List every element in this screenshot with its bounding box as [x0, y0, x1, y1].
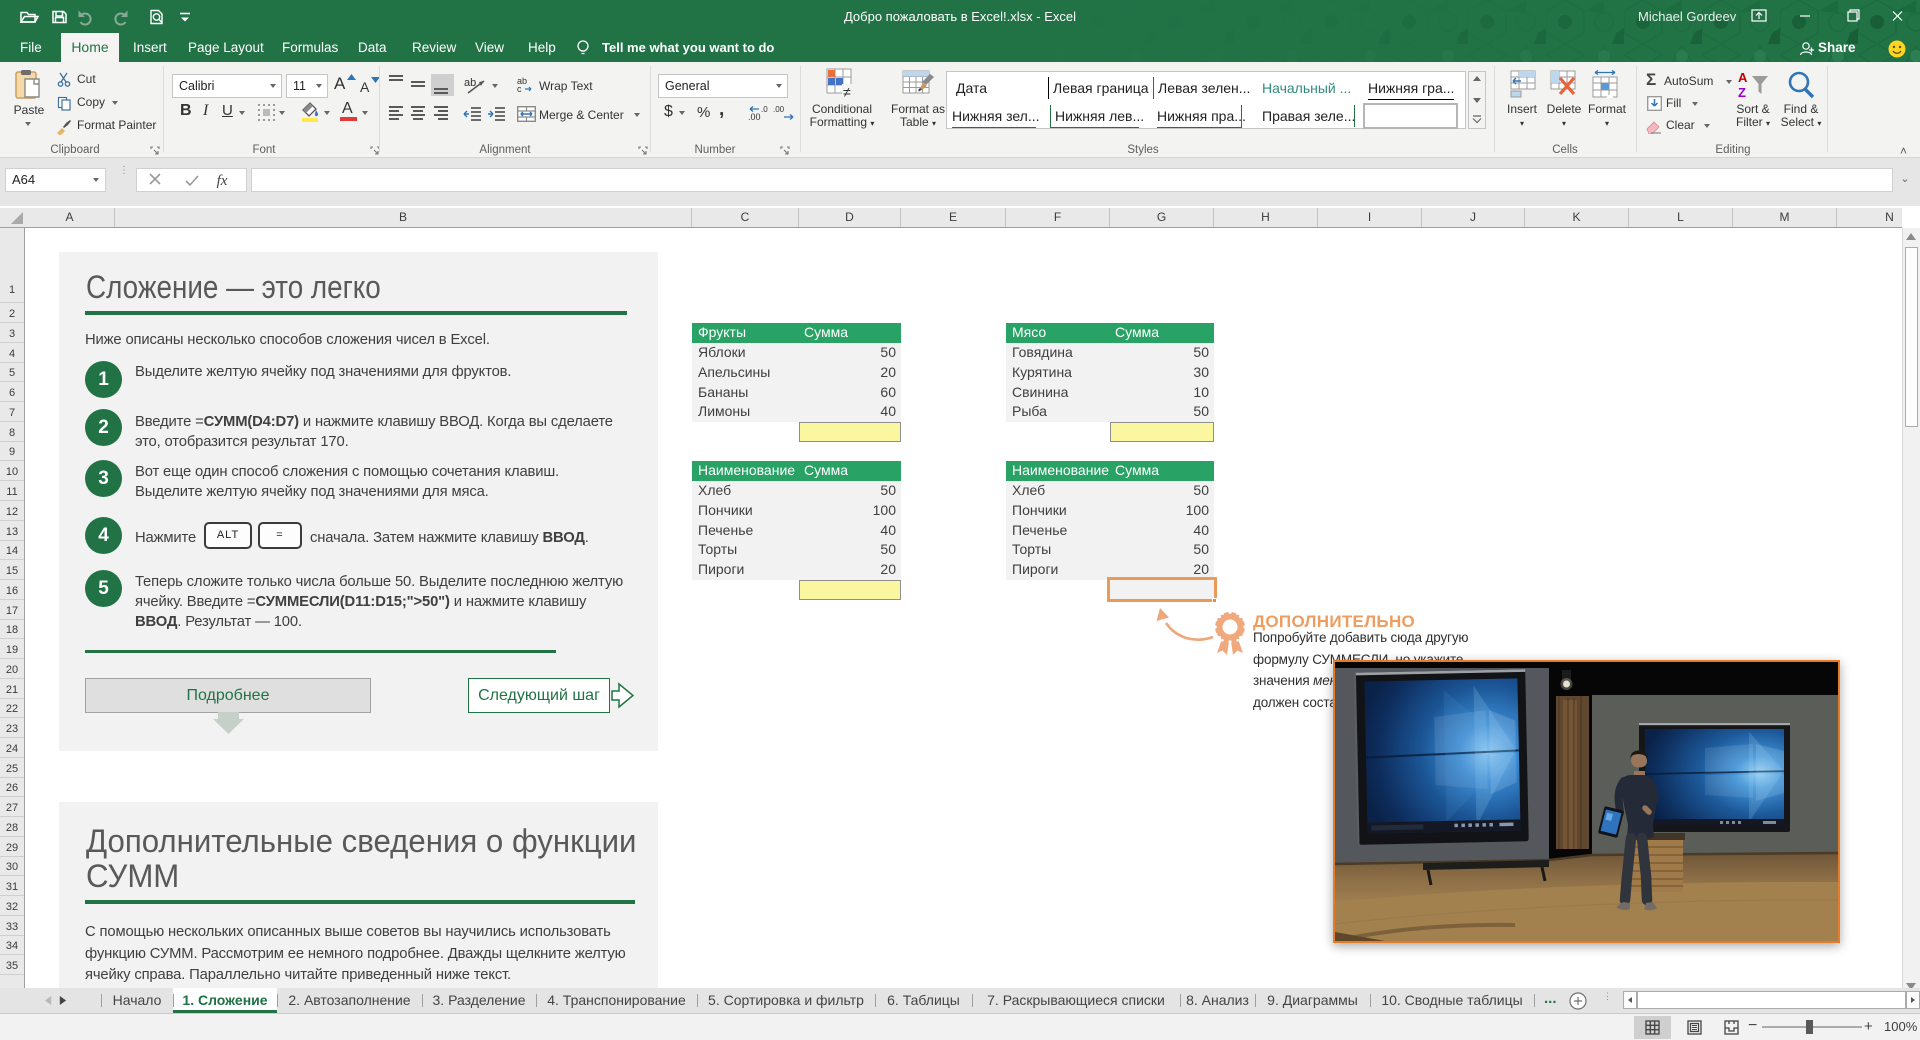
svg-text:c: c: [517, 84, 522, 93]
svg-text:A: A: [1738, 70, 1748, 85]
svg-text:.00: .00: [748, 112, 761, 122]
svg-text:Z: Z: [1738, 85, 1746, 100]
svg-text:≠: ≠: [843, 84, 851, 100]
svg-text:fx: fx: [217, 173, 228, 189]
svg-text:.00: .00: [773, 105, 785, 114]
svg-text:.0: .0: [761, 105, 768, 114]
